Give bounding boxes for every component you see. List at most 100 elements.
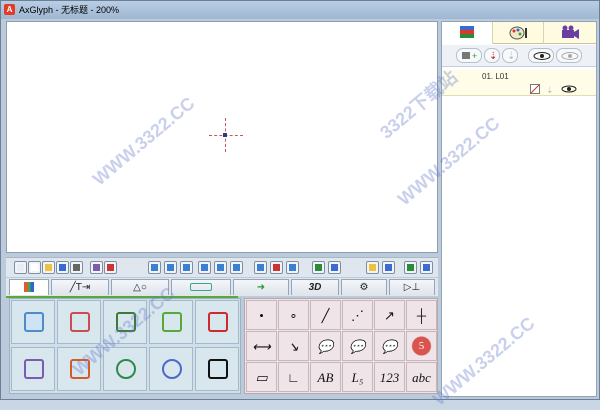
shape-tool-r3c4[interactable]: L₅ xyxy=(342,362,373,392)
electric-icon: ▷⊥ xyxy=(403,282,421,293)
cube-icon xyxy=(162,312,182,332)
ungroup-icon xyxy=(315,264,322,271)
group-button[interactable] xyxy=(286,261,299,274)
runner-tool-button[interactable] xyxy=(195,347,239,391)
save-icon xyxy=(59,264,66,271)
svg-text:⇣: ⇣ xyxy=(489,51,497,62)
align-bottom-icon xyxy=(217,264,224,271)
add-layer-icon: + xyxy=(462,51,477,61)
front-icon xyxy=(331,264,338,271)
app-window: A AxGlyph - 无标题 - 200% ╱T⇥ △○ ➜ 3D ⚙ ▷⊥ … xyxy=(0,0,600,409)
camera-icon xyxy=(562,25,579,39)
shape-tool-r3c6[interactable]: abc xyxy=(406,362,437,392)
move-up-button[interactable]: ⇣ xyxy=(502,48,518,63)
shape-palette: • ∘ ╱ ⋰ ↗ ┼ ⟷ ↘ 💬 💬 💬 5 ▭ ∟ AB L₅ 123 abc xyxy=(244,298,438,394)
front-button[interactable] xyxy=(328,261,341,274)
new-file-button[interactable] xyxy=(28,261,41,274)
shape-tool-r3c2[interactable]: ∟ xyxy=(278,362,309,392)
new-file-icon xyxy=(31,264,38,271)
palette-person-icon xyxy=(509,26,527,40)
move-down-button[interactable]: ⇣ xyxy=(484,48,500,63)
distribute-v-button[interactable] xyxy=(254,261,267,274)
gauge-tool-button[interactable] xyxy=(149,347,193,391)
bottom-tabs: ╱T⇥ △○ ➜ 3D ⚙ ▷⊥ xyxy=(6,278,438,296)
runner-icon xyxy=(208,359,228,379)
visibility-eye-icon[interactable] xyxy=(560,84,578,94)
tab-gear[interactable]: ⚙ xyxy=(341,279,387,295)
shape-tool-r2c4[interactable]: 💬 xyxy=(342,331,373,361)
new-menu-button[interactable] xyxy=(404,261,417,274)
show-all-button[interactable] xyxy=(528,48,554,63)
tab-layers[interactable] xyxy=(442,22,493,44)
image-icon xyxy=(24,312,44,332)
eye-icon xyxy=(533,52,551,60)
app-icon: A xyxy=(4,4,15,15)
tab-camera[interactable] xyxy=(544,22,595,44)
paint-bucket-icon xyxy=(208,312,228,332)
align-bottom-button[interactable] xyxy=(214,261,227,274)
back-button[interactable] xyxy=(366,261,379,274)
distribute-v-icon xyxy=(257,264,264,271)
tab-3d[interactable]: 3D xyxy=(291,279,339,295)
new-menu-button[interactable] xyxy=(14,261,27,274)
shape-tool-r2c5[interactable]: 💬 xyxy=(374,331,405,361)
align-middle-button[interactable] xyxy=(198,261,211,274)
shape-tool-r1c2[interactable]: ∘ xyxy=(278,300,309,330)
svg-text:+: + xyxy=(472,51,477,61)
tab-electric[interactable]: ▷⊥ xyxy=(389,279,435,295)
arrow-down-icon: ⇣ xyxy=(489,51,497,62)
tab-line-text[interactable]: ╱T⇥ xyxy=(51,279,109,295)
shape-tool-r3c3[interactable]: AB xyxy=(310,362,341,392)
open-folder-icon xyxy=(45,264,52,271)
panel-tabs xyxy=(442,22,596,44)
shape-tool-r1c6[interactable]: ┼ xyxy=(406,300,437,330)
3d-icon: 3D xyxy=(308,282,322,293)
add-layer-button[interactable]: + xyxy=(456,48,482,63)
layer-down-icon[interactable]: ⇣ xyxy=(545,84,555,94)
save-button[interactable] xyxy=(56,261,69,274)
gauge-icon xyxy=(162,359,182,379)
layer-row[interactable]: 01. L01 ⇣ xyxy=(442,70,596,96)
hide-all-button[interactable] xyxy=(556,48,582,63)
shape-tool-r3c5[interactable]: 123 xyxy=(374,362,405,392)
distribute-h-icon xyxy=(233,264,240,271)
flip-button[interactable] xyxy=(270,261,283,274)
tab-styles[interactable] xyxy=(493,22,544,44)
align-left-button[interactable] xyxy=(104,261,117,274)
shape-tool-r2c2[interactable]: ↘ xyxy=(278,331,309,361)
ungroup-button[interactable] xyxy=(312,261,325,274)
layer-name: 01. L01 xyxy=(482,72,509,81)
tab-arrow[interactable]: ➜ xyxy=(233,279,289,295)
open-folder-button[interactable] xyxy=(42,261,55,274)
wheel-tool-button[interactable] xyxy=(57,300,101,344)
shape-tool-r1c3[interactable]: ╱ xyxy=(310,300,341,330)
fit-button[interactable] xyxy=(382,261,395,274)
align-top-button[interactable] xyxy=(180,261,193,274)
shape-tool-r1c5[interactable]: ↗ xyxy=(374,300,405,330)
shapes-icon: △○ xyxy=(133,282,147,293)
settings-button[interactable] xyxy=(70,261,83,274)
shape-tool-r2c3[interactable]: 💬 xyxy=(310,331,341,361)
wheel-icon xyxy=(70,312,90,332)
align-right-button[interactable] xyxy=(164,261,177,274)
drawing-canvas[interactable] xyxy=(6,21,438,253)
image-tool-button[interactable] xyxy=(11,300,55,344)
align-center-button[interactable] xyxy=(148,261,161,274)
grid-button[interactable] xyxy=(90,261,103,274)
new-file-button[interactable] xyxy=(420,261,433,274)
shape-tool-r1c1[interactable]: • xyxy=(246,300,277,330)
main-toolbar xyxy=(6,257,438,277)
shape-tool-r3c1[interactable]: ▭ xyxy=(246,362,277,392)
arrow-icon: ➜ xyxy=(256,282,266,293)
shape-tool-r2c6[interactable]: 5 xyxy=(406,331,437,361)
paint-bucket-tool-button[interactable] xyxy=(195,300,239,344)
function-graph-tool-button[interactable] xyxy=(11,347,55,391)
tab-color[interactable] xyxy=(9,279,49,295)
lock-toggle-icon[interactable] xyxy=(530,84,540,94)
shape-tool-r1c4[interactable]: ⋰ xyxy=(342,300,373,330)
tab-connector[interactable] xyxy=(171,279,231,295)
align-center-icon xyxy=(151,264,158,271)
grid-icon xyxy=(93,264,100,271)
distribute-h-button[interactable] xyxy=(230,261,243,274)
shape-tool-r2c1[interactable]: ⟷ xyxy=(246,331,277,361)
